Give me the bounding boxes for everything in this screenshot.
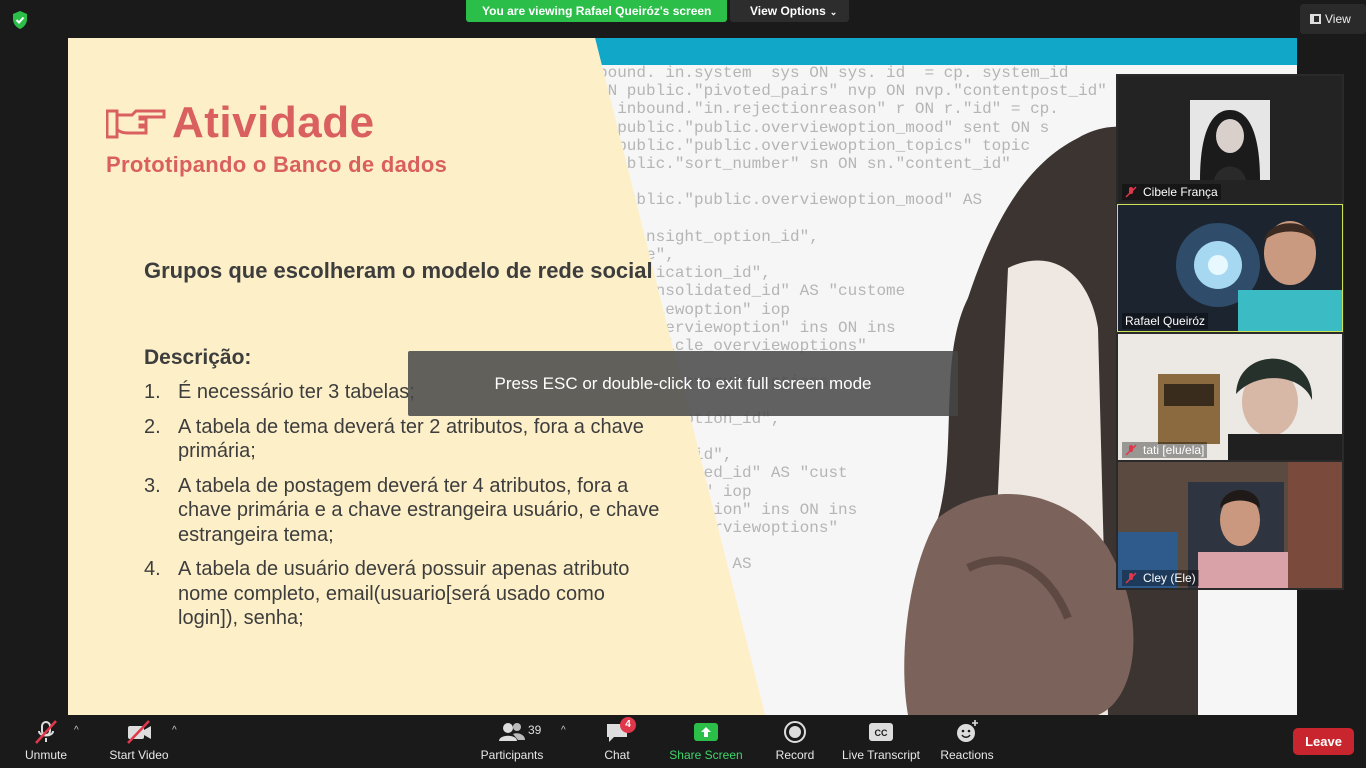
participant-name-tag: Cley (Ele) bbox=[1122, 570, 1199, 586]
participants-icon bbox=[499, 723, 525, 741]
grid-layout-icon bbox=[1310, 14, 1321, 24]
smiley-plus-icon bbox=[957, 720, 978, 742]
slide-title: Atividade bbox=[172, 98, 375, 147]
group-heading: Grupos que escolheram o modelo de rede s… bbox=[144, 258, 653, 283]
reactions-label: Reactions bbox=[940, 748, 994, 762]
meeting-toolbar: Unmute ^ Start Video ^ Participants 39 ^… bbox=[0, 715, 1366, 768]
participant-tile-cibele[interactable]: Cibele França bbox=[1118, 76, 1342, 202]
live-transcript-label: Live Transcript bbox=[841, 748, 921, 762]
record-button[interactable]: Record bbox=[772, 719, 818, 762]
video-camera-off-icon bbox=[127, 720, 151, 744]
participant-name-tag: tati [elu/ela] bbox=[1122, 442, 1208, 458]
participant-tile-cley[interactable]: Cley (Ele) bbox=[1118, 462, 1342, 588]
participant-name-tag: Cibele França bbox=[1122, 184, 1221, 200]
closed-caption-icon: CC bbox=[869, 723, 893, 741]
unmute-label: Unmute bbox=[24, 748, 68, 762]
start-video-button[interactable]: Start Video bbox=[106, 719, 172, 762]
cyan-header-strip bbox=[595, 38, 1297, 65]
muted-mic-icon bbox=[1125, 444, 1137, 456]
video-options-caret[interactable]: ^ bbox=[172, 725, 177, 736]
unmute-button[interactable]: Unmute bbox=[20, 719, 72, 762]
participant-tile-tati[interactable]: tati [elu/ela] bbox=[1118, 334, 1342, 460]
svg-text:CC: CC bbox=[875, 728, 888, 738]
list-item: 2. A tabela de tema deverá ter 2 atributo… bbox=[144, 415, 644, 463]
leave-button[interactable]: Leave bbox=[1293, 728, 1354, 755]
viewing-screen-banner: You are viewing Rafael Queiróz's screen bbox=[466, 0, 728, 22]
view-options-button[interactable]: View Options ⌄ bbox=[730, 0, 850, 22]
participant-video-panel: Cibele França Rafael Queiróz tati [elu/e… bbox=[1116, 74, 1344, 590]
participants-count: 39 bbox=[528, 723, 542, 737]
share-screen-button[interactable]: Share Screen bbox=[668, 719, 744, 762]
muted-mic-icon bbox=[1125, 572, 1137, 584]
share-screen-label: Share Screen bbox=[669, 748, 743, 762]
zoom-meeting-window: You are viewing Rafael Queiróz's screen … bbox=[0, 0, 1366, 768]
view-button-label: View bbox=[1325, 12, 1351, 26]
requirements-list: 1. É necessário ter 3 tabelas; 2. A tabela… bbox=[144, 380, 664, 641]
record-icon bbox=[784, 721, 806, 743]
shield-check-icon[interactable] bbox=[10, 10, 30, 30]
top-bar: You are viewing Rafael Queiróz's screen … bbox=[0, 0, 1366, 38]
pointing-hand-icon bbox=[106, 109, 166, 139]
view-options-label: View Options bbox=[750, 4, 826, 18]
muted-mic-icon bbox=[1125, 186, 1137, 198]
list-item: 4. A tabela de usuário deverá possuir ape… bbox=[144, 558, 630, 629]
start-video-label: Start Video bbox=[109, 748, 169, 762]
share-screen-arrow-icon bbox=[694, 723, 718, 741]
chat-label: Chat bbox=[604, 748, 630, 762]
chat-unread-badge: 4 bbox=[620, 717, 636, 733]
participants-options-caret[interactable]: ^ bbox=[561, 725, 566, 736]
participant-name-tag: Rafael Queiróz bbox=[1122, 313, 1209, 329]
view-layout-button[interactable]: View bbox=[1300, 4, 1366, 34]
fullscreen-exit-toast: Press ESC or double-click to exit full s… bbox=[408, 351, 958, 416]
slide-subtitle: Prototipando o Banco de dados bbox=[106, 152, 448, 177]
microphone-muted-icon bbox=[35, 720, 57, 744]
participants-label: Participants bbox=[480, 748, 544, 762]
list-item: 3. A tabela de postagem deverá ter 4 atri… bbox=[144, 474, 660, 546]
audio-options-caret[interactable]: ^ bbox=[74, 725, 79, 736]
reactions-button[interactable]: Reactions bbox=[938, 719, 996, 762]
slide-title-row: Atividade bbox=[106, 98, 375, 148]
record-label: Record bbox=[775, 748, 815, 762]
live-transcript-button[interactable]: CC Live Transcript bbox=[840, 719, 922, 762]
description-heading: Descrição: bbox=[144, 346, 252, 369]
chevron-down-icon: ⌄ bbox=[829, 7, 838, 17]
participant-tile-rafael[interactable]: Rafael Queiróz bbox=[1117, 204, 1343, 332]
